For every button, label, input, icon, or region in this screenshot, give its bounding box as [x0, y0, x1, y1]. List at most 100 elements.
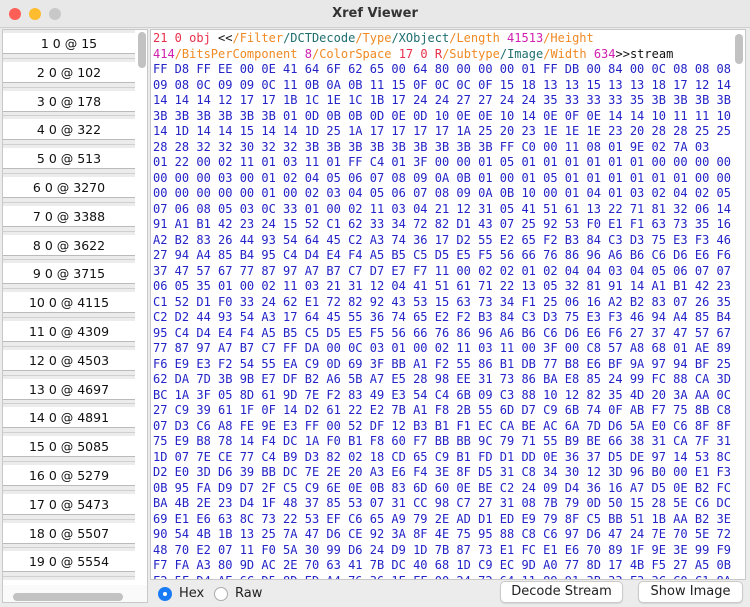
raw-radio-label: Raw: [235, 586, 263, 601]
xref-list-item[interactable]: 10 0 @ 4115: [3, 289, 135, 318]
hex-radio-label: Hex: [179, 586, 205, 601]
height-value: 414: [153, 46, 175, 61]
hex-row: 07 06 08 05 03 0C 33 01 00 02 11 03 04 2…: [153, 201, 731, 216]
xref-label: 14 0 @ 4891: [3, 407, 135, 429]
xref-list-item[interactable]: 16 0 @ 5279: [3, 461, 135, 491]
subtype-value: /Image: [499, 46, 544, 61]
minimize-window-button[interactable]: [29, 8, 41, 20]
hex-row: 00 00 00 00 00 01 00 02 03 04 05 06 07 0…: [153, 186, 731, 200]
width-key: /Width: [543, 46, 587, 61]
hex-row: 37 47 57 67 77 87 97 A7 B7 C7 D7 E7 F7 1…: [153, 263, 731, 278]
hex-row: 14 14 14 12 17 17 1B 1C 1E 1C 1B 17 24 2…: [153, 93, 731, 107]
xref-list-item[interactable]: 8 0 @ 3622: [3, 231, 135, 261]
xref-label: 15 0 @ 5085: [3, 436, 135, 458]
hex-row: 48 70 E2 07 11 F0 5A 30 99 D6 24 D9 1D 7…: [153, 542, 731, 557]
type-value: /XObject: [391, 31, 450, 45]
hex-dump: FF D8 FF EE 00 0E 41 64 6F 62 65 00 64 8…: [153, 62, 735, 579]
colorspace-key: /ColorSpace: [311, 46, 392, 61]
xref-list-item[interactable]: 19 0 @ 5554: [3, 548, 135, 578]
hex-row: A2 B2 83 26 44 93 54 64 45 C2 A3 74 36 1…: [153, 232, 731, 247]
length-value: 41513: [507, 31, 544, 45]
xref-label: 9 0 @ 3715: [3, 263, 135, 285]
hex-row: F6 E9 E3 F2 54 55 EA C9 0D 69 3F BB A1 F…: [153, 356, 731, 371]
xref-list-item[interactable]: 1 0 @ 15: [3, 30, 135, 59]
xref-list-item[interactable]: 17 0 @ 5473: [3, 490, 135, 520]
hex-row: BC 1A 3F 05 8D 61 9D 7E F2 83 49 E3 54 C…: [153, 387, 731, 402]
hex-row: 07 D3 C6 A8 FE 9E E3 FF 00 52 DF 12 B3 B…: [153, 418, 731, 433]
show-image-button[interactable]: Show Image: [638, 581, 743, 603]
hex-row: 75 E9 B8 78 14 F4 DC 1A F0 B1 F8 60 F7 B…: [153, 434, 731, 448]
xref-list-item[interactable]: 18 0 @ 5507: [3, 519, 135, 549]
xref-list-item[interactable]: 5 0 @ 513: [3, 145, 135, 174]
hex-row: 01 22 00 02 11 01 03 11 01 FF C4 01 3F 0…: [153, 155, 731, 169]
xref-label: 19 0 @ 5554: [3, 551, 135, 573]
subtype-key: /Subtype: [442, 46, 500, 61]
xref-label: 10 0 @ 4115: [3, 292, 135, 314]
xref-label: 17 0 @ 5473: [3, 493, 135, 515]
colorspace-value: 17 0 R: [398, 46, 443, 61]
type-key: /Type: [355, 31, 392, 45]
xref-list-item[interactable]: 12 0 @ 4503: [3, 346, 135, 376]
xref-list-item[interactable]: 15 0 @ 5085: [3, 433, 135, 462]
xref-list-item[interactable]: 13 0 @ 4697: [3, 375, 135, 405]
radio-selected-icon: [158, 586, 172, 601]
decode-stream-button[interactable]: Decode Stream: [500, 581, 623, 603]
window-title: Xref Viewer: [332, 6, 418, 21]
bpc-value: 8: [304, 46, 312, 61]
length-key: /Length: [449, 31, 500, 45]
xref-label: 16 0 @ 5279: [3, 464, 135, 486]
xref-label: 3 0 @ 178: [3, 90, 135, 112]
hex-row: 27 C9 39 61 1F 0F 14 D2 61 22 E2 7B A1 F…: [153, 403, 731, 417]
hex-radio[interactable]: Hex: [158, 586, 204, 601]
xref-list-item[interactable]: 14 0 @ 4891: [3, 404, 135, 434]
xref-label: 5 0 @ 513: [3, 148, 135, 170]
stream-vertical-scrollbar[interactable]: [735, 34, 743, 64]
hex-row: 77 87 97 A7 B7 C7 FF DA 00 0C 03 01 00 0…: [153, 341, 731, 355]
hex-row: 09 08 0C 09 09 0C 11 0B 0A 0B 11 15 0F 0…: [153, 77, 731, 92]
hex-row: 91 A1 B1 42 23 24 15 52 C1 62 33 34 72 8…: [153, 217, 731, 231]
hex-row: 0B 95 FA D9 D7 2F C5 C9 6E 0E 0B 83 6D 6…: [153, 480, 731, 495]
xref-list-item[interactable]: 2 0 @ 102: [3, 58, 135, 88]
zoom-window-button[interactable]: [49, 8, 61, 20]
xref-list-item[interactable]: 6 0 @ 3270: [3, 173, 135, 203]
hex-row: FF D8 FF EE 00 0E 41 64 6F 62 65 00 64 8…: [153, 62, 731, 76]
xref-label: 1 0 @ 15: [3, 33, 135, 54]
hex-row: 28 28 32 32 30 32 32 3B 3B 3B 3B 3B 3B 3…: [153, 139, 710, 154]
xref-list[interactable]: 1 0 @ 15 2 0 @ 102 3 0 @ 178 4 0 @ 322 5 0 @…: [3, 30, 135, 602]
stream-text[interactable]: 21 0 obj <</Filter/DCTDecode/Type/XObjec…: [153, 31, 735, 579]
obj-header: 21 0 obj: [153, 31, 211, 45]
height-key: /Height: [543, 31, 594, 45]
hex-row: 3B 3B 3B 3B 3B 3B 01 0D 0B 0B 0D 0E 0D 1…: [153, 108, 731, 123]
width-value: 634: [593, 46, 616, 61]
hex-row: 69 E1 E6 63 8C 73 22 53 EF C6 65 A9 79 2…: [153, 511, 731, 526]
xref-label: 2 0 @ 102: [3, 61, 135, 83]
hex-row: 06 05 35 01 00 02 11 03 21 31 12 04 41 5…: [153, 279, 731, 293]
xref-list-item[interactable]: 7 0 @ 3388: [3, 202, 135, 232]
hex-row: 62 DA 7D 3B 9B E7 DF B2 A6 5B A7 E5 28 9…: [153, 372, 731, 386]
close-window-button[interactable]: [9, 8, 21, 20]
xref-label: 12 0 @ 4503: [3, 349, 135, 371]
xref-list-item[interactable]: 4 0 @ 322: [3, 116, 135, 146]
title-bar: Xref Viewer: [0, 0, 750, 28]
xref-list-item[interactable]: 9 0 @ 3715: [3, 260, 135, 290]
radio-unselected-icon: [214, 586, 228, 601]
stream-view-panel: 21 0 obj <</Filter/DCTDecode/Type/XObjec…: [150, 29, 746, 580]
xref-label: 11 0 @ 4309: [3, 320, 135, 342]
bpc-key: /BitsPerComponent: [174, 46, 298, 61]
hex-row: 14 1D 14 14 15 14 14 1D 25 1A 17 17 17 1…: [153, 124, 731, 138]
xref-label: 13 0 @ 4697: [3, 378, 135, 400]
bottom-bar: Hex Raw Decode Stream Show Image: [0, 580, 750, 607]
raw-radio[interactable]: Raw: [214, 586, 262, 601]
xref-list-item[interactable]: 11 0 @ 4309: [3, 317, 135, 347]
hex-row: F7 FA A3 80 9D AC 2E 70 63 41 7B DC 40 6…: [153, 558, 731, 572]
hex-row: 90 54 4B 1B 13 25 7A 47 D6 CE 92 3A 8F 4…: [153, 527, 731, 541]
xref-list-panel: 1 0 @ 15 2 0 @ 102 3 0 @ 178 4 0 @ 322 5 0 @…: [2, 29, 148, 603]
dict-open: <<: [218, 31, 233, 45]
xref-label: 7 0 @ 3388: [3, 205, 135, 227]
filter-key: /Filter: [232, 31, 284, 45]
xref-label: 8 0 @ 3622: [3, 234, 135, 256]
xref-label: 4 0 @ 322: [3, 119, 135, 141]
hex-row: C2 D2 44 93 54 A3 17 64 45 55 36 74 65 E…: [153, 310, 731, 324]
xref-list-vertical-scrollbar[interactable]: [138, 32, 146, 68]
xref-list-item[interactable]: 3 0 @ 178: [3, 87, 135, 117]
